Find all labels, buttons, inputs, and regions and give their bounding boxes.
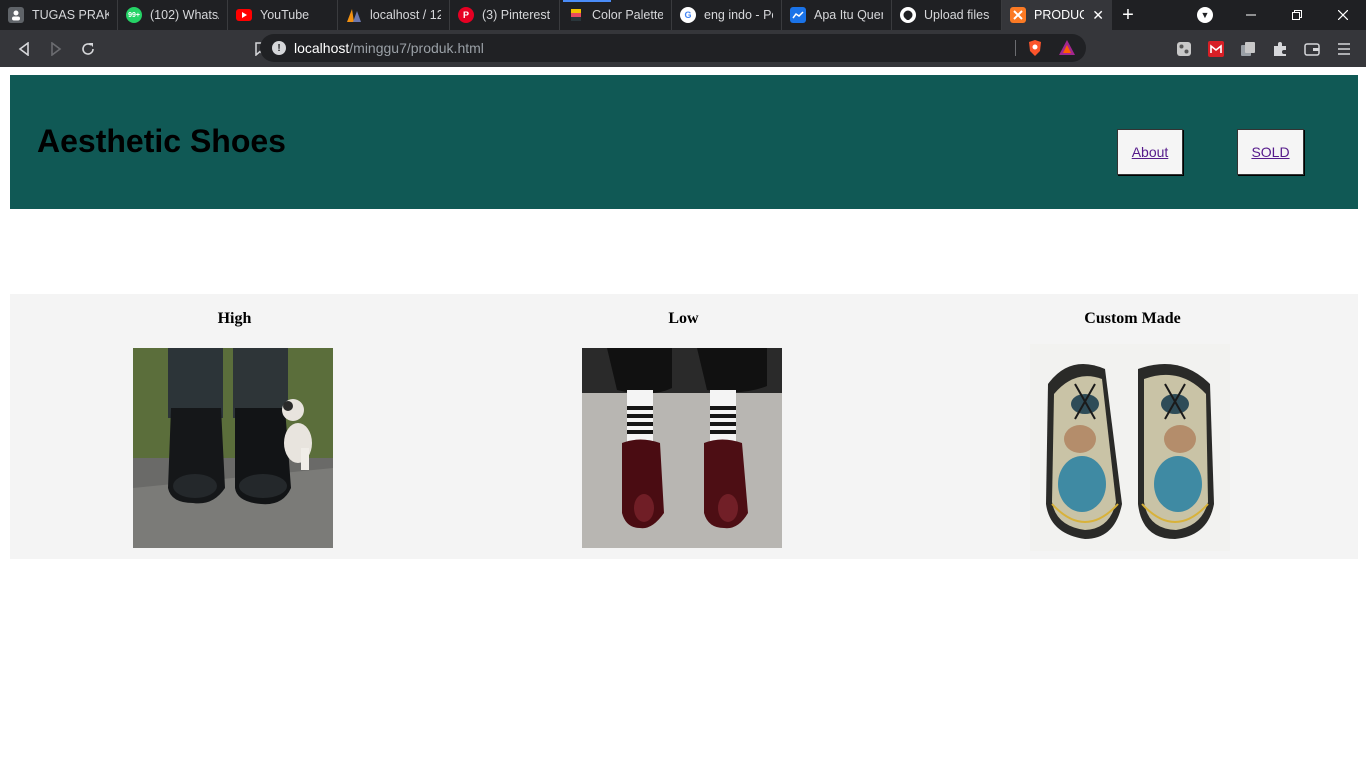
site-header: Aesthetic Shoes About SOLD [10, 75, 1358, 209]
minimize-icon [1246, 14, 1256, 16]
extensions-area [1168, 30, 1360, 67]
puzzle-icon [1274, 41, 1286, 56]
phpmyadmin-icon [346, 7, 362, 23]
product-card-custom: Custom Made [908, 294, 1357, 559]
tab-label: Upload files [924, 8, 990, 22]
extensions-menu-button[interactable] [1264, 33, 1296, 65]
mendeley-icon [1208, 40, 1224, 57]
tab-whatsapp[interactable]: 99+ (102) WhatsAp [118, 0, 228, 30]
back-arrow-icon [18, 41, 29, 56]
tabs-icon [1241, 41, 1255, 56]
tab-strip: TUGAS PRAKT 99+ (102) WhatsAp YouTube lo… [0, 0, 1366, 30]
tab-youtube[interactable]: YouTube [228, 0, 338, 30]
pinterest-icon: P [458, 7, 474, 23]
back-button[interactable] [8, 33, 40, 65]
tab-search-button[interactable]: ▼ [1182, 0, 1228, 30]
forward-arrow-icon [51, 41, 62, 56]
url-path: /minggu7/produk.html [349, 40, 484, 56]
close-window-button[interactable] [1320, 0, 1366, 30]
extension-button[interactable] [1200, 33, 1232, 65]
tab-product[interactable]: PRODUCT ✕ [1002, 0, 1112, 30]
tab-github[interactable]: Upload files [892, 0, 1002, 30]
restore-button[interactable] [1274, 0, 1320, 30]
reload-button[interactable] [72, 33, 104, 65]
url-host: localhost [294, 40, 350, 56]
new-tab-button[interactable]: + [1112, 0, 1144, 30]
site-title: Aesthetic Shoes [37, 123, 286, 159]
black-boots-image [133, 348, 333, 548]
forward-button[interactable] [40, 33, 72, 65]
oxblood-shoes-image [582, 348, 782, 548]
nav-about-box: About [1117, 129, 1183, 175]
minimize-button[interactable] [1228, 0, 1274, 30]
wallet-button[interactable] [1296, 33, 1328, 65]
user-icon [8, 7, 24, 23]
tab-label: YouTube [260, 8, 310, 22]
tab-label: Color Palettes [592, 8, 663, 22]
tab-query[interactable]: Apa Itu Query [782, 0, 892, 30]
custom-shoes-image [1030, 344, 1230, 551]
page-viewport: Aesthetic Shoes About SOLD High Low Cust… [0, 67, 1366, 768]
tab-pinterest[interactable]: P (3) Pinterest [450, 0, 560, 30]
tab-google[interactable]: G eng indo - Pe [672, 0, 782, 30]
tab-label: eng indo - Pe [704, 8, 773, 22]
brave-shield-icon[interactable] [1026, 39, 1044, 57]
brave-rewards-icon[interactable] [1058, 39, 1076, 57]
github-icon [900, 7, 916, 23]
xampp-icon [1010, 7, 1026, 23]
tab-label: PRODUCT [1034, 8, 1085, 22]
tab-label: Apa Itu Query [814, 8, 883, 22]
close-icon [1338, 10, 1348, 20]
google-icon: G [680, 7, 696, 23]
reload-icon [82, 42, 94, 55]
extension-button[interactable] [1232, 33, 1264, 65]
nav-sold-box: SOLD [1237, 129, 1304, 175]
product-section: High Low Custom Made [10, 294, 1358, 559]
restore-icon [1292, 10, 1302, 20]
whatsapp-icon: 99+ [126, 7, 142, 23]
product-card-low: Low [459, 294, 908, 559]
tab-label: localhost / 12 [370, 8, 441, 22]
omnibox-divider [1015, 40, 1016, 56]
product-title: Low [668, 310, 699, 327]
window-controls: ▼ [1182, 0, 1366, 30]
youtube-icon [236, 9, 252, 21]
loading-indicator [563, 0, 611, 2]
browser-menu-button[interactable] [1328, 33, 1360, 65]
tab-tugas[interactable]: TUGAS PRAKT [0, 0, 118, 30]
tab-color-palettes[interactable]: Color Palettes [560, 0, 672, 30]
product-card-high: High [10, 294, 459, 559]
extension-grid-icon [1177, 41, 1191, 56]
product-title: Custom Made [1084, 310, 1181, 327]
chevron-down-icon: ▼ [1197, 7, 1213, 23]
address-bar[interactable]: ! localhost/minggu7/produk.html [260, 34, 1086, 62]
product-title: High [217, 310, 252, 327]
tab-label: (3) Pinterest [482, 8, 551, 22]
sold-link[interactable]: SOLD [1251, 144, 1289, 160]
chart-icon [790, 7, 806, 23]
close-tab-icon[interactable]: ✕ [1084, 7, 1104, 24]
tab-label: TUGAS PRAKT [32, 8, 109, 22]
about-link[interactable]: About [1132, 144, 1169, 160]
hamburger-icon [1338, 42, 1350, 55]
tab-label: (102) WhatsAp [150, 8, 219, 22]
site-info-icon[interactable]: ! [272, 41, 286, 55]
extension-button[interactable] [1168, 33, 1200, 65]
palette-icon [568, 7, 584, 23]
wallet-icon [1304, 42, 1320, 56]
tab-localhost[interactable]: localhost / 12 [338, 0, 450, 30]
